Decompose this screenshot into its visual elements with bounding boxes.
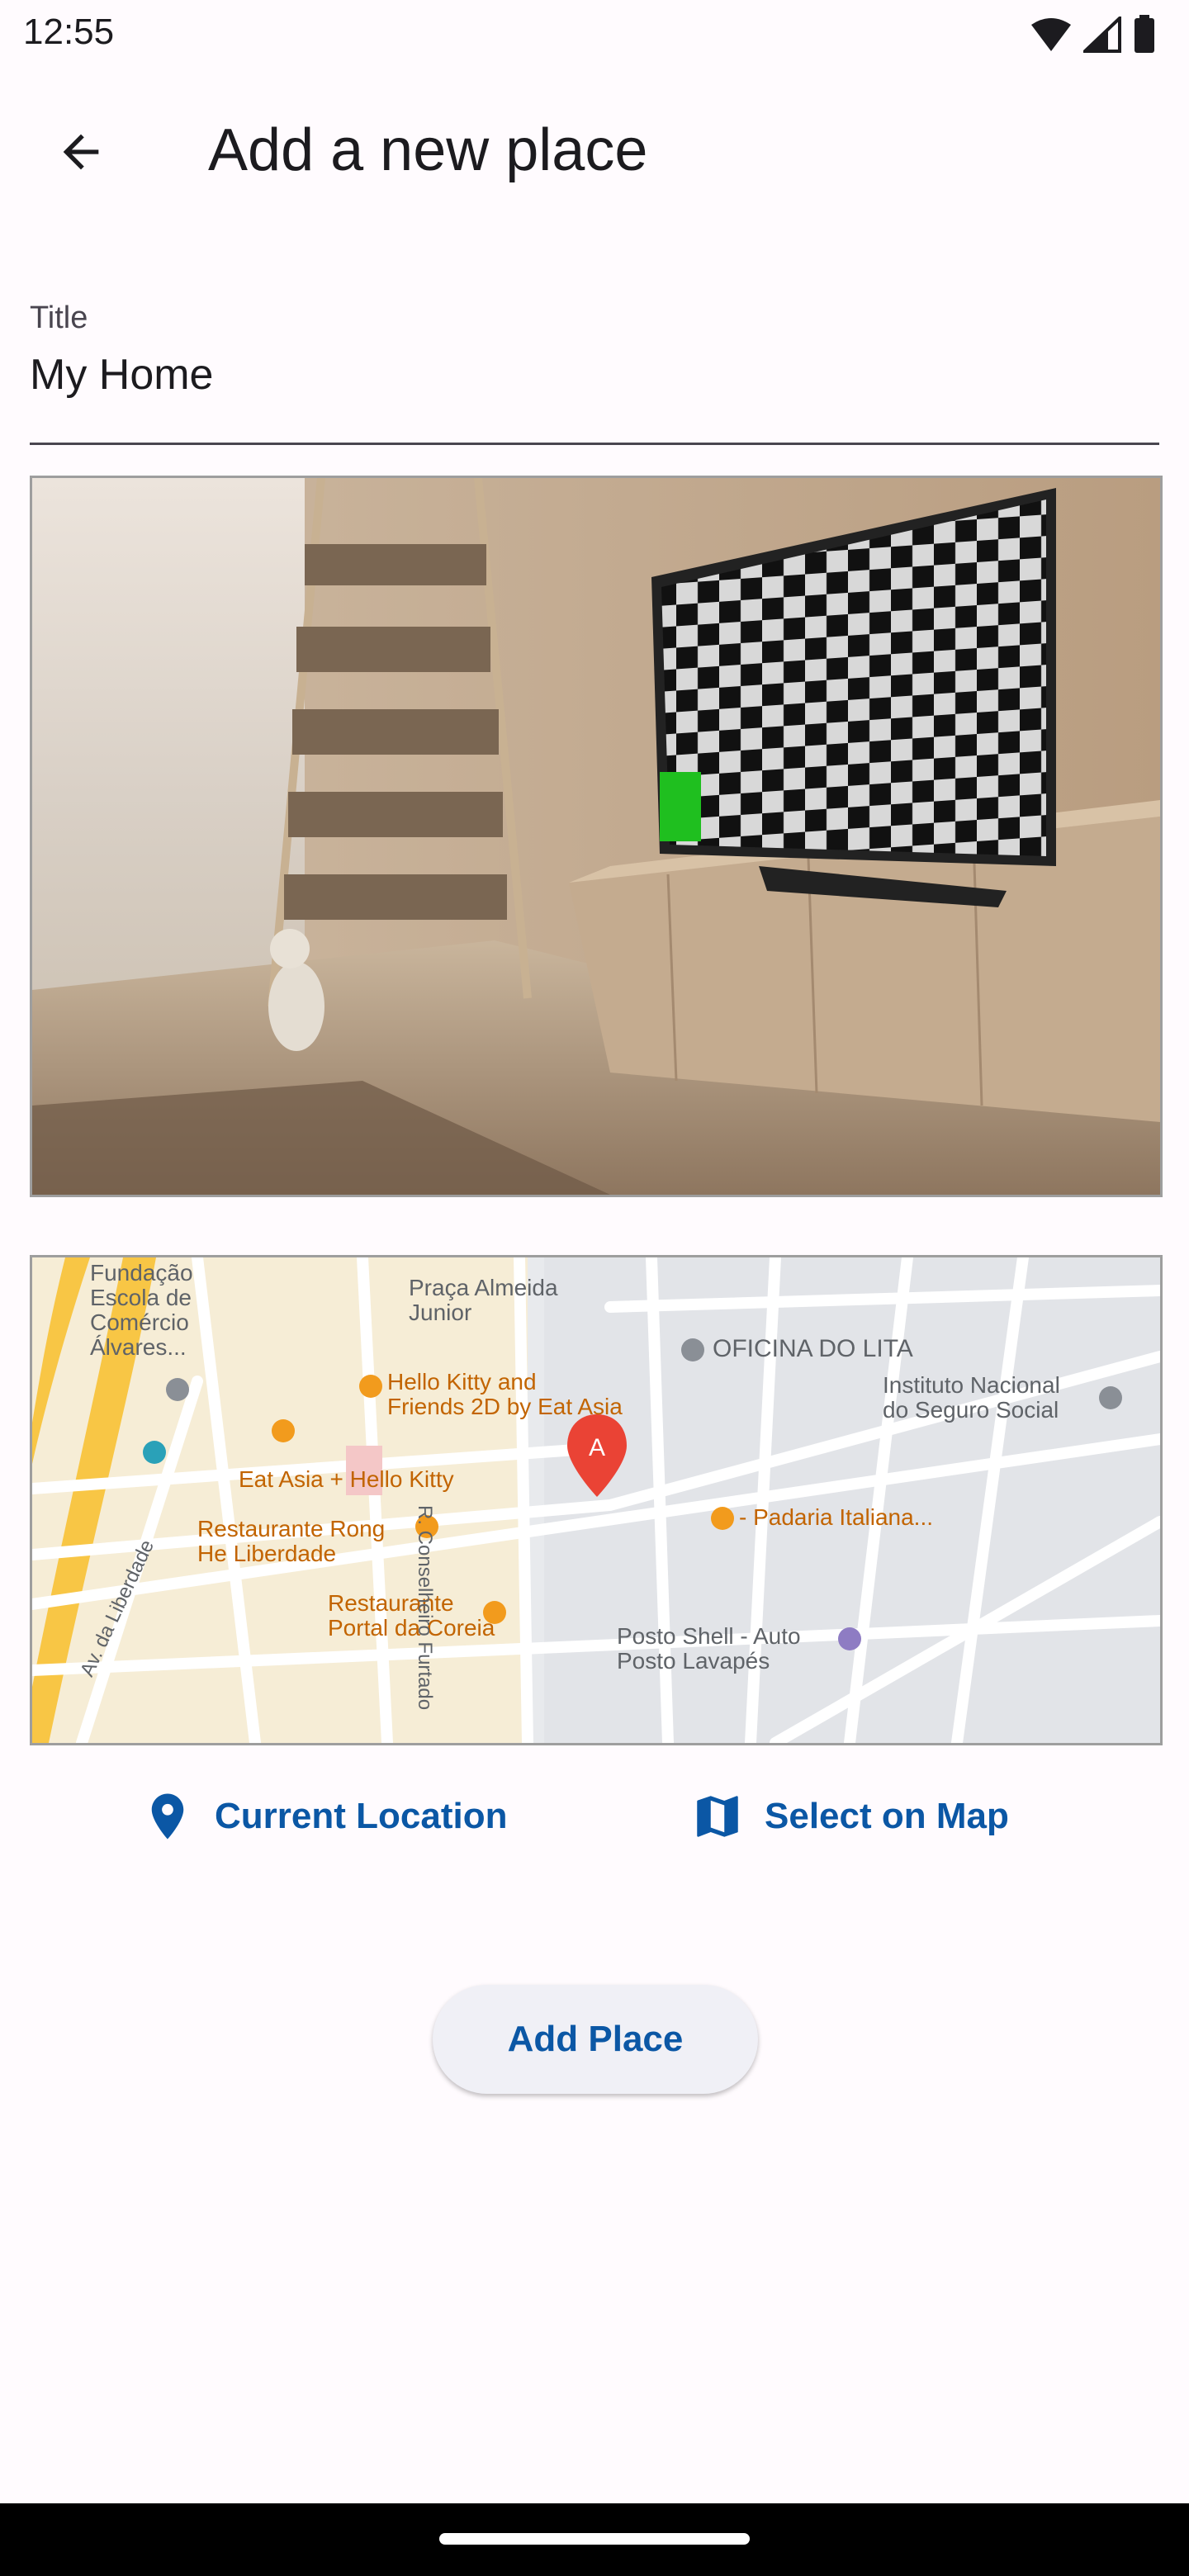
status-bar: 12:55 [0, 0, 1189, 69]
current-location-label: Current Location [215, 1796, 508, 1836]
map-label-rong: Restaurante Rong He Liberdade [197, 1516, 386, 1566]
map-streets: A [32, 1257, 1160, 1743]
title-input[interactable]: My Home [30, 350, 213, 400]
status-time: 12:55 [23, 12, 115, 52]
status-icons [1030, 15, 1156, 54]
page-title: Add a new place [208, 117, 648, 183]
location-pin-icon [151, 1793, 184, 1840]
map-label-praca: Praça Almeida Junior [409, 1275, 558, 1325]
arrow-back-icon [63, 134, 99, 170]
home-gesture-handle[interactable] [439, 2533, 750, 2545]
select-on-map-label: Select on Map [765, 1796, 1009, 1836]
map-label-hello-kitty: Hello Kitty and Friends 2D by Eat Asia [387, 1369, 623, 1419]
map-label-eat-asia: Eat Asia + Hello Kitty [239, 1466, 454, 1492]
map-label-instituto: Instituto Nacional do Seguro Social [883, 1372, 1060, 1423]
map-label-oficina: OFICINA DO LITA [713, 1335, 913, 1362]
add-place-button[interactable]: Add Place [433, 1985, 758, 2094]
map-icon [697, 1796, 738, 1837]
signal-icon [1083, 17, 1121, 53]
map-preview[interactable]: A Fundação Escola de Comércio Álvares...… [30, 1255, 1163, 1745]
select-on-map-button[interactable]: Select on Map [690, 1775, 1009, 1858]
map-label-posto: Posto Shell - Auto Posto Lavapés [617, 1623, 801, 1674]
room-photo [32, 478, 1160, 1195]
map-label-fundacao: Fundação Escola de Comércio Álvares... [90, 1260, 193, 1360]
place-image-preview[interactable] [30, 476, 1163, 1197]
title-input-underline [30, 443, 1159, 445]
map-label-conselheiro: R. Conselheiro Furtado [414, 1505, 436, 1711]
wifi-icon [1031, 18, 1071, 51]
battery-icon [1135, 15, 1154, 53]
back-button[interactable] [36, 107, 126, 197]
title-field-label: Title [30, 301, 88, 335]
svg-text:A: A [589, 1434, 605, 1461]
map-label-padaria: - Padaria Italiana... [739, 1504, 934, 1530]
current-location-button[interactable]: Current Location [140, 1775, 507, 1858]
